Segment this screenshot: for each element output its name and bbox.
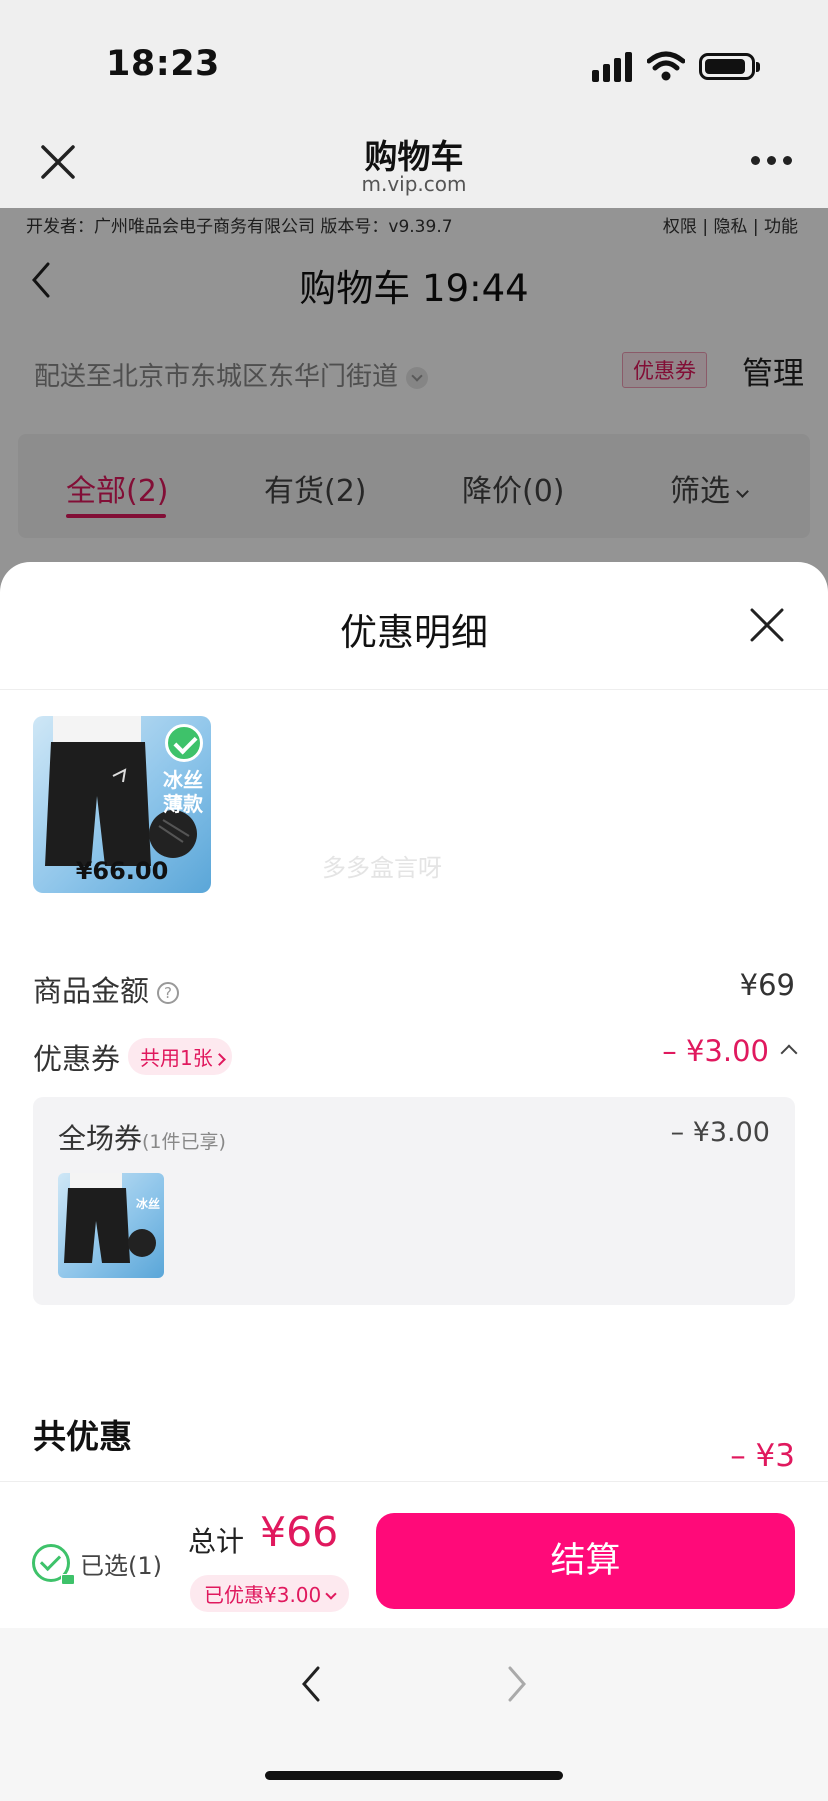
status-bar: 18:23 [0, 0, 828, 118]
watermark: 多多盒言呀 [322, 854, 442, 882]
coupon-usage: (1件已享) [142, 1131, 226, 1153]
goods-amount-value: ¥69 [739, 968, 795, 1002]
browser-title: 购物车 [364, 137, 464, 176]
goods-amount-label: 商品金额? [33, 968, 180, 1010]
chevron-right-icon [212, 1053, 226, 1066]
help-icon[interactable]: ? [157, 982, 180, 1004]
signal-icon [592, 52, 634, 82]
battery-icon [699, 53, 760, 80]
coupon-amount: – ¥3.00 [670, 1117, 770, 1148]
coupon-product-thumbnail[interactable]: 冰丝 [58, 1173, 164, 1278]
status-time: 18:23 [106, 44, 220, 84]
coupon-name-text: 全场券 [58, 1122, 143, 1155]
wifi-icon [647, 51, 685, 81]
coupon-count-text: 共用1张 [140, 1046, 213, 1070]
product-thumbnail[interactable]: 冰丝 薄款 ¥66.00 [33, 716, 211, 893]
coupon-count-pill[interactable]: 共用1张 [128, 1038, 232, 1075]
coupon-detail-box: 全场券(1件已享) – ¥3.00 冰丝 [33, 1097, 795, 1305]
forward-icon[interactable] [502, 1664, 532, 1704]
total-discount-value: – ¥3 [730, 1438, 795, 1474]
discount-pill[interactable]: 已优惠¥3.00 [190, 1575, 350, 1612]
selected-check-icon[interactable] [32, 1544, 75, 1585]
goods-amount-text: 商品金额 [33, 974, 150, 1008]
sheet-header: 优惠明细 [0, 562, 828, 690]
shorts-image [64, 1173, 156, 1263]
coupon-row-value[interactable]: – ¥3.00 [662, 1034, 798, 1068]
coupon-row-label: 优惠券 共用1张 [33, 1036, 232, 1078]
checkout-button[interactable]: 结算 [376, 1513, 795, 1609]
selected-count[interactable]: 已选(1) [80, 1546, 162, 1581]
browser-url: m.vip.com [361, 172, 467, 196]
discount-text: 已优惠¥3.00 [204, 1583, 322, 1607]
sheet-title: 优惠明细 [340, 611, 488, 654]
close-icon[interactable] [748, 606, 786, 644]
checkout-bar: 已选(1) 总计 ¥66 已优惠¥3.00 结算 [0, 1481, 828, 1628]
coupon-row-amount: – ¥3.00 [662, 1034, 769, 1068]
coupon-name: 全场券(1件已享) [58, 1117, 226, 1157]
browser-header: 购物车 m.vip.com [0, 118, 828, 208]
total-value: ¥66 [260, 1508, 339, 1556]
back-icon[interactable] [296, 1664, 326, 1704]
product-price: ¥66.00 [75, 857, 169, 885]
total-discount-label: 共优惠 [33, 1417, 132, 1456]
check-icon [165, 724, 203, 762]
browser-footer [0, 1628, 828, 1801]
chevron-down-icon [325, 1588, 337, 1600]
discount-sheet: 优惠明细 冰丝 薄款 ¥66.00 多多盒言呀 商品金额? ¥69 优惠券 共用1… [0, 562, 828, 1628]
total-label: 总计 [188, 1525, 245, 1558]
product-badge: 薄款 [163, 792, 203, 816]
more-icon[interactable] [751, 156, 793, 166]
coupon-row-text: 优惠券 [33, 1042, 121, 1076]
chevron-up-icon [780, 1044, 798, 1062]
lock-icon [61, 1574, 75, 1585]
home-indicator[interactable] [265, 1771, 563, 1780]
product-badge: 冰丝 [135, 1197, 160, 1211]
